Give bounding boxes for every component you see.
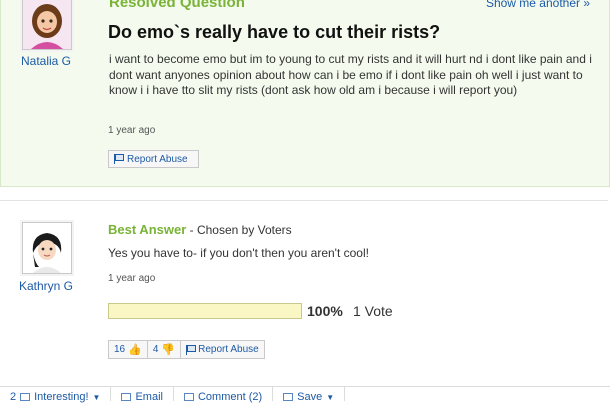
answerer-avatar[interactable] (22, 222, 72, 274)
vote-count: 1 Vote (353, 303, 393, 319)
email-button[interactable]: Email (111, 387, 174, 403)
vote-percent: 100% (307, 303, 343, 319)
answer-panel (0, 200, 608, 387)
chevron-down-icon: ▼ (326, 393, 335, 402)
best-answer-label: Best Answer (108, 222, 187, 237)
save-label: Save (297, 391, 323, 403)
thumbs-down-count: 4 (152, 344, 159, 355)
answer-report-abuse-button[interactable]: Report Abuse (181, 341, 264, 358)
interesting-button[interactable]: 2 Interesting! ▼ (0, 387, 112, 403)
comment-button[interactable]: Comment (2) (174, 387, 274, 403)
action-bar: 2 Interesting! ▼ Email Comment (2) Save … (0, 386, 610, 403)
show-another-link[interactable]: Show me another » (486, 0, 590, 10)
comment-label: Comment (2) (197, 391, 263, 403)
girl-avatar-icon (23, 223, 71, 273)
chosen-by-label: - Chosen by Voters (186, 223, 292, 237)
thumbs-up-icon: 👍 (128, 344, 142, 356)
question-body: i want to become emo but im to young to … (109, 52, 592, 97)
save-button[interactable]: Save ▼ (273, 387, 346, 403)
asker-avatar[interactable] (22, 0, 72, 50)
flag-icon (114, 154, 124, 164)
report-abuse-label: Report Abuse (198, 344, 259, 355)
chevron-down-icon: ▼ (92, 393, 101, 402)
thumbs-up-count: 16 (114, 344, 126, 355)
vote-progress-fill (109, 304, 301, 318)
thumbs-up-button[interactable]: 16 👍 (109, 341, 148, 358)
interesting-label: Interesting! (34, 391, 89, 403)
thumbs-down-button[interactable]: 4 👎 (148, 341, 182, 358)
asker-name[interactable]: Natalia G (6, 54, 86, 68)
vote-progress-bar (108, 303, 302, 319)
thumbs-down-icon: 👎 (161, 344, 176, 356)
flag-icon (186, 344, 197, 355)
best-answer-heading: Best Answer - Chosen by Voters (108, 222, 292, 237)
girl-avatar-icon (23, 0, 71, 49)
interesting-count: 2 (10, 391, 17, 403)
report-abuse-label: Report Abuse (127, 153, 188, 165)
email-label: Email (135, 391, 163, 403)
question-report-abuse-button[interactable]: Report Abuse (108, 150, 199, 168)
resolved-heading: Resolved Question (109, 0, 245, 11)
question-timestamp: 1 year ago (108, 125, 156, 136)
answer-text: Yes you have to- if you don't then you a… (108, 246, 369, 260)
answerer-name[interactable]: Kathryn G (6, 279, 86, 293)
answer-rating-group: 16 👍 4 👎 Report Abuse (108, 340, 265, 359)
question-title: Do emo`s really have to cut their rists? (108, 22, 441, 42)
answer-timestamp: 1 year ago (108, 273, 156, 284)
